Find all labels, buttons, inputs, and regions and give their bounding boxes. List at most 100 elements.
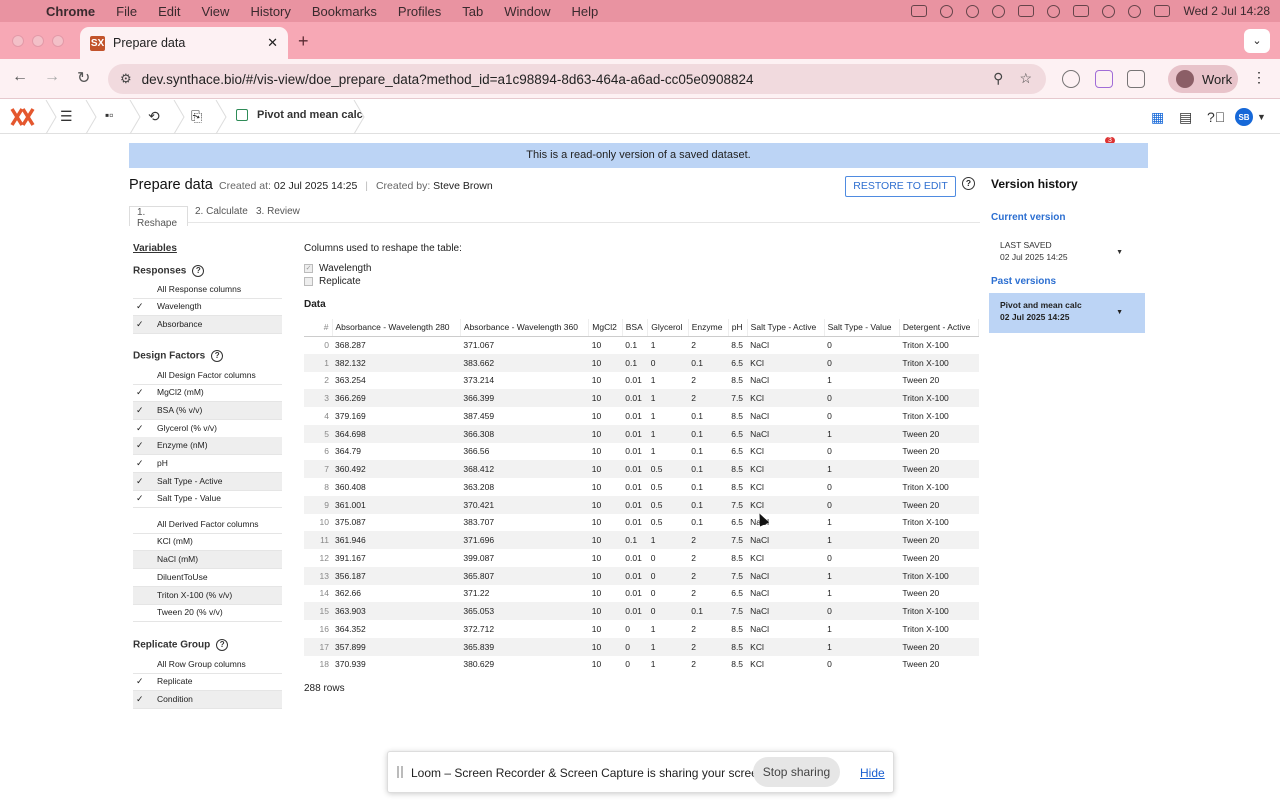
menu-history[interactable]: History (250, 4, 290, 19)
hide-link[interactable]: Hide (860, 766, 885, 780)
column-header[interactable]: Glycerol (647, 319, 689, 337)
zoom-icon[interactable]: ⚲ (993, 70, 1003, 87)
extensions-puzzle-icon[interactable] (1127, 70, 1145, 88)
column-header[interactable]: Enzyme (688, 319, 729, 337)
menu-bars-icon[interactable]: ☰ (60, 108, 73, 125)
synthace-logo-icon[interactable] (10, 106, 36, 128)
column-header[interactable]: Absorbance - Wavelength 280 (332, 319, 461, 337)
variable-row[interactable]: Triton X-100 (% v/v) (133, 587, 282, 605)
variable-row[interactable]: ✓ Condition (133, 691, 282, 709)
clipboard-clock-icon[interactable]: ⎘ (191, 108, 202, 125)
variable-row[interactable]: ✓ pH (133, 455, 282, 473)
current-version-card[interactable]: LAST SAVED 02 Jul 2025 14:25 ▼ (989, 233, 1145, 273)
variable-row[interactable]: DiluentToUse (133, 569, 282, 587)
apps-grid-icon[interactable]: ▦ (1151, 109, 1164, 126)
tab-calculate[interactable]: 2. Calculate (195, 206, 248, 217)
control-center-icon[interactable] (1154, 5, 1171, 17)
column-header[interactable]: Salt Type - Active (747, 319, 825, 337)
variable-row[interactable]: Tween 20 (% v/v) (133, 604, 282, 622)
column-header[interactable]: Salt Type - Value (824, 319, 900, 337)
wifi-icon[interactable] (1102, 4, 1116, 18)
design-factors-help-icon[interactable]: ? (211, 350, 224, 362)
variable-row[interactable]: ✓ Salt Type - Active (133, 473, 282, 491)
variable-row[interactable]: ✓ MgCl2 (mM) (133, 384, 282, 402)
forward-icon[interactable]: → (44, 68, 60, 86)
all-design-factor-columns[interactable]: All Design Factor columns (133, 367, 282, 385)
volume-icon[interactable] (1018, 5, 1035, 17)
all-row-group-columns[interactable]: All Row Group columns (133, 656, 282, 674)
play-icon[interactable] (992, 4, 1006, 18)
experiment-icon[interactable]: ⟲ (148, 108, 160, 125)
column-header[interactable]: pH (728, 319, 748, 337)
all-derived-factor-columns[interactable]: All Derived Factor columns (133, 516, 282, 534)
window-minimize-control[interactable] (32, 35, 44, 47)
profile-button[interactable]: Work (1168, 65, 1238, 93)
tab-reshape[interactable]: 1. Reshape (129, 206, 188, 229)
browser-menu-icon[interactable]: ⋮ (1252, 69, 1266, 86)
variable-row[interactable]: ✓ BSA (% v/v) (133, 402, 282, 420)
column-header[interactable]: BSA (622, 319, 649, 337)
menubar-clock[interactable]: Wed 2 Jul 14:28 (1183, 4, 1270, 18)
user-avatar[interactable]: SB (1235, 108, 1253, 126)
menu-view[interactable]: View (201, 4, 229, 19)
stop-sharing-button[interactable]: Stop sharing (753, 757, 840, 787)
reshape-column-checkbox[interactable]: Replicate (304, 276, 361, 287)
menu-app-name[interactable]: Chrome (46, 4, 95, 19)
variable-row[interactable]: KCl (mM) (133, 533, 282, 551)
user-menu-chevron-icon[interactable]: ▼ (1257, 112, 1266, 122)
menu-tab[interactable]: Tab (462, 4, 483, 19)
reshape-column-checkbox[interactable]: ✓ Wavelength (304, 263, 371, 274)
address-bar[interactable]: ⚙ dev.synthace.bio/#/vis-view/doe_prepar… (108, 64, 1046, 94)
drag-handle-icon[interactable] (397, 766, 403, 778)
menu-window[interactable]: Window (504, 4, 550, 19)
menu-file[interactable]: File (116, 4, 137, 19)
menu-bookmarks[interactable]: Bookmarks (312, 4, 377, 19)
extension-badge-icon[interactable] (1095, 70, 1113, 88)
variable-row[interactable]: ✓ Absorbance (133, 316, 282, 334)
column-header[interactable]: # (304, 319, 333, 337)
tab-review[interactable]: 3. Review (256, 206, 300, 217)
restore-to-edit-button[interactable]: RESTORE TO EDIT (845, 176, 956, 197)
browser-tab[interactable]: SX Prepare data ✕ (80, 27, 288, 59)
caret-down-icon[interactable]: ▼ (1116, 247, 1123, 259)
variable-row[interactable]: ✓ Glycerol (% v/v) (133, 420, 282, 438)
battery-icon[interactable] (1073, 5, 1090, 17)
reload-icon[interactable]: ↻ (77, 68, 90, 88)
bluetooth-icon[interactable] (1047, 4, 1061, 18)
screen-share-icon[interactable] (911, 5, 928, 17)
menu-profiles[interactable]: Profiles (398, 4, 441, 19)
search-icon[interactable] (1128, 4, 1142, 18)
variable-row[interactable]: ✓ Enzyme (nM) (133, 437, 282, 455)
window-zoom-control[interactable] (52, 35, 64, 47)
timer-icon[interactable] (966, 4, 980, 18)
menu-help[interactable]: Help (572, 4, 599, 19)
past-version-card[interactable]: Pivot and mean calc 02 Jul 2025 14:25 ▼ (989, 293, 1145, 333)
column-header[interactable]: MgCl2 (588, 319, 623, 337)
caret-down-icon[interactable]: ▼ (1116, 307, 1123, 319)
vpn-icon[interactable] (940, 4, 954, 18)
menu-edit[interactable]: Edit (158, 4, 180, 19)
column-header[interactable]: Absorbance - Wavelength 360 (460, 319, 590, 337)
bookmark-star-icon[interactable]: ☆ (1019, 70, 1032, 87)
variable-row[interactable]: ✓ Salt Type - Value (133, 490, 282, 508)
responses-help-icon[interactable]: ? (192, 265, 205, 277)
column-header[interactable]: Detergent - Active (899, 319, 980, 337)
site-settings-icon[interactable]: ⚙ (120, 71, 132, 87)
back-icon[interactable]: ← (12, 68, 28, 86)
breadcrumb-current[interactable]: Pivot and mean calc (236, 109, 363, 121)
variable-row[interactable]: NaCl (mM) (133, 551, 282, 569)
replicate-group-help-icon[interactable]: ? (216, 639, 229, 651)
variable-row[interactable]: ✓ Replicate (133, 673, 282, 691)
extension-shield-icon[interactable] (1062, 70, 1080, 88)
tab-search-chevron-icon[interactable]: ⌄ (1244, 29, 1270, 53)
page-help-icon[interactable]: ? (962, 177, 975, 190)
url-text[interactable]: dev.synthace.bio/#/vis-view/doe_prepare_… (142, 72, 754, 87)
notes-icon[interactable]: ▤ (1179, 109, 1192, 126)
workflow-icon[interactable]: ▪▫ (105, 108, 114, 122)
help-icon[interactable]: ?⃞ (1207, 109, 1225, 125)
tab-close-icon[interactable]: ✕ (267, 35, 278, 51)
new-tab-icon[interactable]: + (298, 31, 309, 52)
window-close-control[interactable] (12, 35, 24, 47)
all-response-columns[interactable]: All Response columns (133, 281, 282, 299)
variable-row[interactable]: ✓ Wavelength (133, 298, 282, 316)
